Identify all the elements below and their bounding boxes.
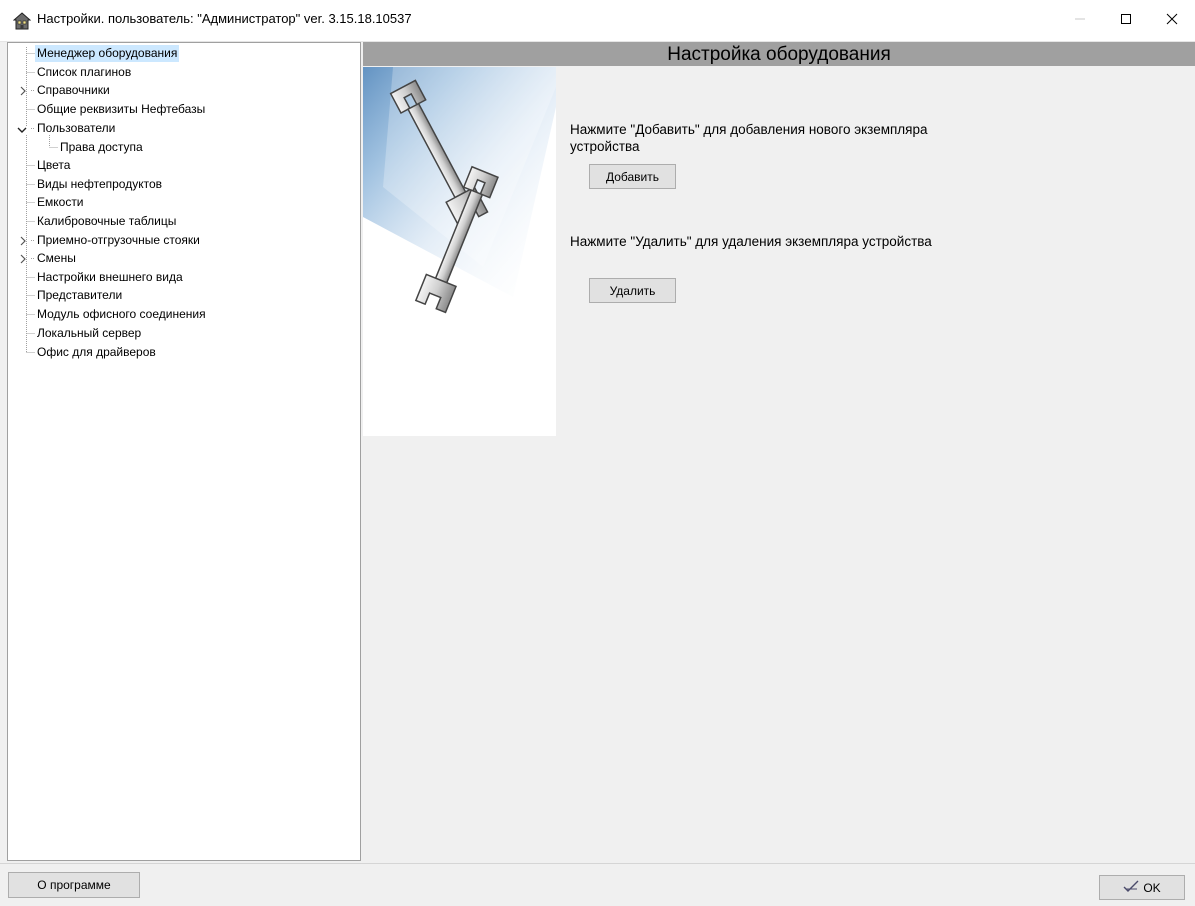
maximize-icon <box>1120 12 1132 30</box>
house-icon[interactable] <box>12 12 32 30</box>
tree-item-loading-racks[interactable]: Приемно-отгрузочные стояки <box>35 232 202 249</box>
close-button[interactable] <box>1149 0 1195 41</box>
chevron-down-icon[interactable] <box>16 124 28 134</box>
add-button[interactable]: Добавить <box>589 164 676 189</box>
ok-button[interactable]: OK <box>1099 875 1185 900</box>
page-title: Настройка оборудования <box>363 42 1195 66</box>
tree-item-driver-office[interactable]: Офис для драйверов <box>35 344 158 361</box>
wrenches-icon <box>363 67 556 436</box>
title-bar: Настройки. пользователь: "Администратор"… <box>0 0 1195 42</box>
tree-item-equipment-manager[interactable]: Менеджер оборудования <box>35 45 180 62</box>
tree-item-general-details[interactable]: Общие реквизиты Нефтебазы <box>35 101 207 118</box>
add-instructions: Нажмите "Добавить" для добавления нового… <box>570 122 928 154</box>
checkmark-icon <box>1123 880 1139 895</box>
window-title: Настройки. пользователь: "Администратор"… <box>37 11 412 26</box>
delete-button[interactable]: Удалить <box>589 278 676 303</box>
chevron-right-icon[interactable] <box>18 253 28 265</box>
chevron-right-icon[interactable] <box>18 235 28 247</box>
tree-item-shifts[interactable]: Смены <box>35 250 78 267</box>
settings-tree[interactable]: Менеджер оборудования Список плагинов Сп… <box>7 42 361 861</box>
minimize-icon <box>1074 12 1086 30</box>
tree-item-appearance[interactable]: Настройки внешнего вида <box>35 269 185 286</box>
tree-item-oil-products[interactable]: Виды нефтепродуктов <box>35 176 164 193</box>
tree-item-access-rights[interactable]: Права доступа <box>58 139 145 156</box>
tree-item-calibration-tables[interactable]: Калибровочные таблицы <box>35 213 178 230</box>
tree-item-tanks[interactable]: Емкости <box>35 194 86 211</box>
maximize-button[interactable] <box>1103 0 1149 41</box>
delete-instructions: Нажмите "Удалить" для удаления экземпляр… <box>570 234 932 249</box>
close-icon <box>1166 12 1178 30</box>
footer-divider <box>0 863 1195 864</box>
tree-item-office-connection[interactable]: Модуль офисного соединения <box>35 306 208 323</box>
about-button[interactable]: О программе <box>8 872 140 898</box>
chevron-right-icon[interactable] <box>18 85 28 97</box>
tree-item-directories[interactable]: Справочники <box>35 82 112 99</box>
tree-item-users[interactable]: Пользователи <box>35 120 117 137</box>
minimize-button[interactable] <box>1057 0 1103 41</box>
tree-item-colors[interactable]: Цвета <box>35 157 72 174</box>
main-panel: Настройка оборудования Нажмите "Добавить… <box>363 42 1195 861</box>
ok-label: OK <box>1143 880 1161 895</box>
tree-item-representatives[interactable]: Представители <box>35 287 124 304</box>
tree-item-plugins[interactable]: Список плагинов <box>35 64 133 81</box>
tree-item-local-server[interactable]: Локальный сервер <box>35 325 143 342</box>
